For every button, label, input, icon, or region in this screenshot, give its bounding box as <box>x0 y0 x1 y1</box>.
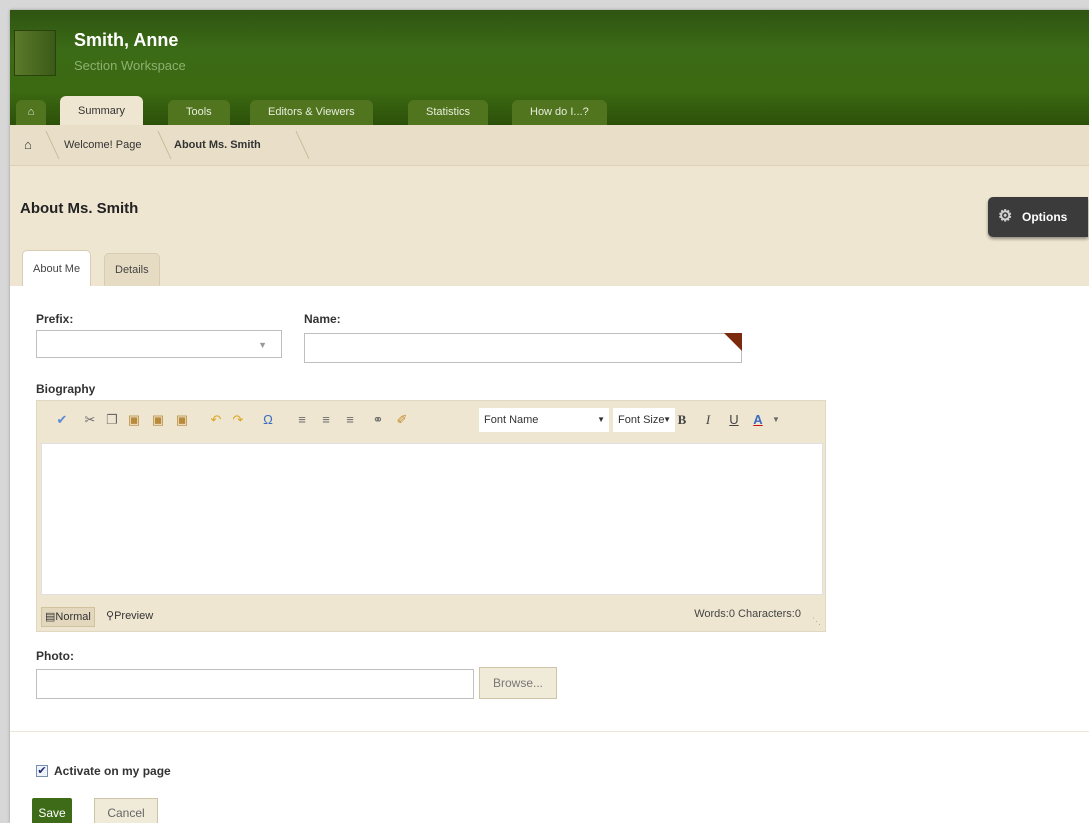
tab-summary[interactable]: Summary <box>60 96 144 125</box>
font-size-select[interactable]: Font Size ▼ <box>613 408 675 432</box>
special-character-icon[interactable]: Ω <box>259 411 277 429</box>
align-center-icon[interactable]: ≡ <box>317 411 335 429</box>
gear-icon: ⚙ <box>998 208 1013 225</box>
spellcheck-icon[interactable]: ✔ <box>53 411 71 429</box>
paste-icon[interactable]: ▣ <box>125 411 143 429</box>
biography-label: Biography <box>36 382 96 396</box>
breadcrumb-home-icon[interactable]: ⌂ <box>24 135 32 155</box>
align-left-icon[interactable]: ≡ <box>293 411 311 429</box>
main-tabs: ⌂ Summary Tools Editors & Viewers Statis… <box>10 96 1089 125</box>
paste-word-icon[interactable]: ▣ <box>149 411 167 429</box>
align-right-icon[interactable]: ≡ <box>341 411 359 429</box>
photo-field[interactable] <box>36 669 474 699</box>
tab-editors-viewers[interactable]: Editors & Viewers <box>250 100 373 125</box>
user-name: Smith, Anne <box>74 30 179 50</box>
underline-icon[interactable]: U <box>725 411 743 429</box>
bold-icon[interactable]: B <box>673 411 691 429</box>
prefix-label: Prefix: <box>36 312 74 326</box>
breadcrumb-current: About Ms. Smith <box>174 139 261 151</box>
biography-editor: ✔ ✂ ❐ ▣ ▣ ▣ ↶ ↷ Ω ≡ ≡ ≡ ⚭ ✐ Font Name ▼ <box>36 400 826 632</box>
workspace-subtitle: Section Workspace <box>74 58 186 73</box>
paste-text-icon[interactable]: ▣ <box>173 411 191 429</box>
tab-details[interactable]: Details <box>104 253 160 286</box>
undo-icon[interactable]: ↶ <box>207 411 225 429</box>
workspace-logo <box>14 30 56 76</box>
breadcrumb-separator <box>143 131 172 159</box>
name-label: Name: <box>304 312 341 326</box>
resize-grip-icon[interactable]: ⋱ <box>812 616 821 627</box>
activate-label: Activate on my page <box>54 764 171 778</box>
format-stripper-icon[interactable]: ✐ <box>393 411 411 429</box>
word-character-count: Words:0 Characters:0 <box>694 608 801 620</box>
font-size-value: Font Size <box>618 414 665 426</box>
preview-mode-label: Preview <box>114 610 154 622</box>
prefix-select[interactable]: ▼ <box>36 330 282 358</box>
required-marker-icon <box>724 333 742 351</box>
tab-tools[interactable]: Tools <box>168 100 230 125</box>
link-icon[interactable]: ⚭ <box>369 411 387 429</box>
form-panel: Prefix: ▼ Name: Biography ✔ ✂ ❐ ▣ ▣ ▣ ↶ … <box>10 286 1089 823</box>
photo-label: Photo: <box>36 649 74 663</box>
font-name-value: Font Name <box>484 414 539 426</box>
redo-icon[interactable]: ↷ <box>229 411 247 429</box>
name-field[interactable] <box>304 333 742 363</box>
chevron-down-icon: ▼ <box>663 415 671 424</box>
biography-textarea[interactable] <box>41 443 823 595</box>
options-label: Options <box>1022 210 1068 224</box>
app-frame: Smith, Anne Section Workspace ⌂ Summary … <box>10 10 1089 823</box>
tab-statistics[interactable]: Statistics <box>408 100 489 125</box>
copy-icon[interactable]: ❐ <box>103 411 121 429</box>
preview-mode-tab[interactable]: ⚲Preview <box>103 607 156 625</box>
activate-checkbox[interactable]: ✔ <box>36 765 48 777</box>
save-button[interactable]: Save <box>32 798 72 823</box>
home-icon: ⌂ <box>27 106 35 118</box>
cancel-button[interactable]: Cancel <box>94 798 158 823</box>
tab-home[interactable]: ⌂ <box>16 100 46 125</box>
editor-toolbar: ✔ ✂ ❐ ▣ ▣ ▣ ↶ ↷ Ω ≡ ≡ ≡ ⚭ ✐ Font Name ▼ <box>37 401 827 441</box>
cut-icon[interactable]: ✂ <box>81 411 99 429</box>
normal-mode-label: Normal <box>55 611 91 623</box>
chevron-down-icon: ▼ <box>597 415 605 424</box>
divider <box>10 731 1089 732</box>
font-color-icon[interactable]: A <box>749 411 767 429</box>
breadcrumb-separator <box>31 131 60 159</box>
normal-mode-tab[interactable]: ▤Normal <box>41 607 95 627</box>
tab-about-me[interactable]: About Me <box>22 250 92 287</box>
page-title: About Ms. Smith <box>20 200 139 217</box>
breadcrumb: ⌂ Welcome! Page About Ms. Smith <box>10 125 1089 166</box>
editor-footer: ▤Normal ⚲Preview Words:0 Characters:0 ⋱ <box>37 601 827 631</box>
header-banner: Smith, Anne Section Workspace ⌂ Summary … <box>10 10 1089 125</box>
options-button[interactable]: ⚙ Options <box>988 197 1088 237</box>
italic-icon[interactable]: I <box>699 411 717 429</box>
chevron-down-icon[interactable]: ▼ <box>767 411 785 429</box>
design-icon: ▤ <box>45 611 56 623</box>
font-name-select[interactable]: Font Name ▼ <box>479 408 609 432</box>
breadcrumb-separator <box>281 131 310 159</box>
browse-button[interactable]: Browse... <box>479 667 557 699</box>
breadcrumb-welcome-page[interactable]: Welcome! Page <box>64 135 141 155</box>
chevron-down-icon: ▼ <box>258 340 267 350</box>
magnifier-icon: ⚲ <box>106 610 115 622</box>
tab-how-do-i[interactable]: How do I...? <box>512 100 607 125</box>
